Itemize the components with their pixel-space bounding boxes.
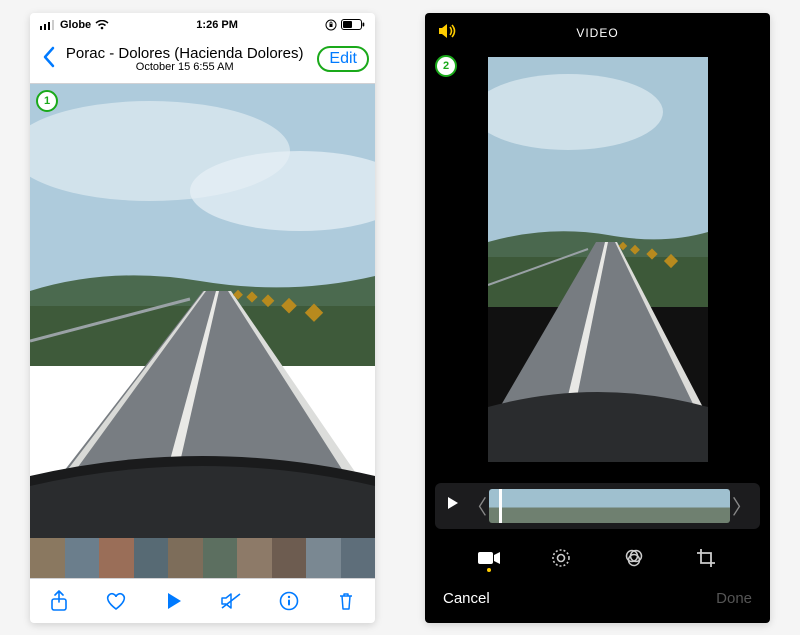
volume-icon[interactable] xyxy=(437,22,459,43)
video-edit-screen: VIDEO 2 xyxy=(425,13,770,623)
battery-icon xyxy=(341,19,365,30)
wifi-icon xyxy=(95,20,109,30)
edit-tool-tabs xyxy=(425,537,770,579)
orientation-lock-icon xyxy=(325,19,337,31)
page-title: Porac - Dolores (Hacienda Dolores) xyxy=(52,45,317,62)
page-subtitle: October 15 6:55 AM xyxy=(52,61,317,73)
trim-bar: 〈 〉 xyxy=(435,483,760,529)
filters-icon[interactable] xyxy=(621,547,647,569)
photos-app-screen: Globe 1:26 PM Porac - Dolores (H xyxy=(30,13,375,623)
annotation-step-1: 1 xyxy=(36,90,58,112)
annotation-step-2: 2 xyxy=(435,55,457,77)
nav-bar: Porac - Dolores (Hacienda Dolores) Octob… xyxy=(30,37,375,84)
bottom-toolbar xyxy=(30,578,375,623)
favorite-icon[interactable] xyxy=(104,591,128,611)
trim-handle-left[interactable]: 〈 xyxy=(465,491,489,520)
edit-bottom-bar: Cancel Done xyxy=(425,579,770,623)
trash-icon[interactable] xyxy=(334,591,358,611)
edit-mode-title: VIDEO xyxy=(576,26,618,40)
signal-icon xyxy=(40,20,56,30)
edit-preview-area[interactable]: 2 xyxy=(425,53,770,475)
adjust-icon[interactable] xyxy=(548,547,574,569)
video-icon[interactable] xyxy=(476,550,502,566)
play-icon[interactable] xyxy=(162,592,186,610)
photo-preview[interactable]: 1 xyxy=(30,84,375,538)
edit-header: VIDEO xyxy=(425,13,770,53)
carrier-label: Globe xyxy=(60,19,91,31)
video-frame xyxy=(488,57,708,462)
thumbnail-strip[interactable] xyxy=(30,538,375,578)
share-icon[interactable] xyxy=(47,590,71,612)
clock: 1:26 PM xyxy=(196,19,238,31)
crop-icon[interactable] xyxy=(693,547,719,569)
status-bar: Globe 1:26 PM xyxy=(30,13,375,37)
done-button[interactable]: Done xyxy=(716,590,752,607)
mute-icon[interactable] xyxy=(219,592,243,610)
info-icon[interactable] xyxy=(277,591,301,611)
timeline-strip[interactable] xyxy=(489,489,730,523)
edit-button[interactable]: Edit xyxy=(317,46,369,72)
cancel-button[interactable]: Cancel xyxy=(443,590,490,607)
trim-handle-right[interactable]: 〉 xyxy=(730,491,754,520)
timeline-play-button[interactable] xyxy=(441,496,465,515)
timeline-scrubber[interactable] xyxy=(499,489,502,523)
